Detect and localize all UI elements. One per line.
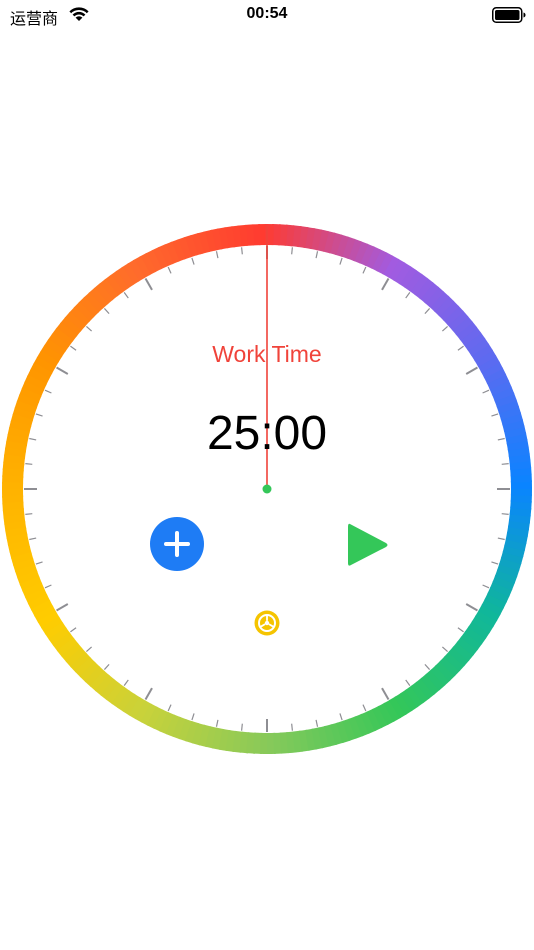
tick-minor xyxy=(315,719,319,727)
tick-minor xyxy=(241,723,243,731)
tick-minor xyxy=(25,513,33,515)
tick-minor xyxy=(491,413,499,417)
gear-icon xyxy=(254,610,280,636)
tick-minor xyxy=(315,251,319,259)
tick-minor xyxy=(29,437,37,441)
tick-minor xyxy=(291,247,293,255)
tick-minor xyxy=(339,713,343,721)
settings-button[interactable] xyxy=(253,609,281,637)
tick-minor xyxy=(362,704,367,712)
play-button[interactable] xyxy=(346,521,390,569)
tick-minor xyxy=(457,345,464,351)
tick-major xyxy=(144,278,153,291)
tick-minor xyxy=(339,257,343,265)
tick-major xyxy=(144,687,153,700)
plus-icon xyxy=(164,531,190,557)
tick-minor xyxy=(241,247,243,255)
tick-major xyxy=(381,278,390,291)
tick-minor xyxy=(103,308,110,315)
tick-minor xyxy=(424,663,431,670)
tick-minor xyxy=(191,713,195,721)
tick-minor xyxy=(424,308,431,315)
timer-dial[interactable] xyxy=(0,0,534,950)
tick-minor xyxy=(86,646,93,653)
tick-minor xyxy=(123,292,129,299)
tick-minor xyxy=(405,292,411,299)
tick-major xyxy=(465,603,478,612)
tick-minor xyxy=(70,627,77,633)
tick-minor xyxy=(123,679,129,686)
tick-major xyxy=(465,366,478,375)
tick-minor xyxy=(491,561,499,565)
add-button[interactable] xyxy=(150,517,204,571)
tick-minor xyxy=(215,719,219,727)
tick-minor xyxy=(441,325,448,332)
tick-minor xyxy=(86,325,93,332)
tick-minor xyxy=(167,266,172,274)
tick-minor xyxy=(44,389,52,394)
tick-major xyxy=(56,366,69,375)
tick-minor xyxy=(29,537,37,541)
tick-minor xyxy=(35,561,43,565)
tick-minor xyxy=(497,437,505,441)
tick-minor xyxy=(405,679,411,686)
tick-minor xyxy=(215,251,219,259)
tick-minor xyxy=(103,663,110,670)
tick-minor xyxy=(167,704,172,712)
center-dot xyxy=(262,484,272,494)
tick-minor xyxy=(501,463,509,465)
tick-minor xyxy=(482,584,490,589)
tick-minor xyxy=(441,646,448,653)
tick-major xyxy=(381,687,390,700)
play-icon xyxy=(348,523,388,566)
tick-minor xyxy=(497,537,505,541)
tick-minor xyxy=(291,723,293,731)
tick-minor xyxy=(457,627,464,633)
tick-minor xyxy=(191,257,195,265)
tick-minor xyxy=(482,389,490,394)
tick-major xyxy=(56,603,69,612)
tick-minor xyxy=(25,463,33,465)
tick-minor xyxy=(70,345,77,351)
tick-minor xyxy=(44,584,52,589)
tick-minor xyxy=(35,413,43,417)
tick-minor xyxy=(362,266,367,274)
tick-minor xyxy=(501,513,509,515)
